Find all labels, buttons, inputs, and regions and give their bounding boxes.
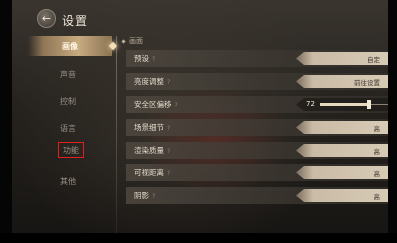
tab-label: 语言 — [60, 123, 76, 133]
brightness-settings-button[interactable]: 前往设置 — [296, 75, 388, 88]
help-icon[interactable]: ? — [167, 125, 170, 132]
setting-value: 高 — [373, 148, 381, 156]
setting-label: 预设? — [134, 54, 156, 63]
help-icon[interactable]: ? — [167, 79, 170, 86]
setting-row-scene-detail: 场景细节? 高 — [126, 119, 388, 136]
slider-value: 72 — [306, 100, 315, 108]
tab-controls[interactable]: 控制 — [42, 91, 94, 111]
help-icon[interactable]: ? — [152, 193, 155, 200]
setting-row-render-quality: 渲染质量? 高 — [126, 142, 388, 159]
help-icon[interactable]: ? — [167, 148, 170, 155]
screen-edge-right — [388, 0, 397, 243]
setting-label: 可视距离? — [134, 168, 171, 177]
setting-value: 自定 — [367, 56, 380, 64]
tab-language[interactable]: 语言 — [42, 118, 94, 138]
setting-label: 场景细节? — [134, 123, 171, 132]
setting-label: 亮度调整? — [134, 77, 171, 86]
section-title: 画面 — [129, 37, 143, 45]
game-settings-screen: ← 设置 画像 声音 控制 语言 功能 其他 画面 预设? 自定 亮度调整 ? … — [0, 0, 397, 243]
help-icon[interactable]: ? — [175, 102, 178, 109]
help-icon[interactable]: ? — [152, 56, 155, 63]
slider-fill — [320, 103, 369, 106]
page-title: 设置 — [62, 14, 89, 28]
preset-selector[interactable]: 自定 — [296, 52, 388, 65]
setting-value: 高 — [373, 125, 381, 133]
section-header: 画面 — [121, 36, 143, 46]
setting-label: 安全区偏移? — [134, 100, 178, 109]
setting-value: 高 — [373, 193, 381, 201]
setting-row-shadow: 阴影? 高 — [126, 187, 388, 204]
tab-sound[interactable]: 声音 — [42, 64, 94, 84]
diamond-bullet-icon — [121, 38, 126, 44]
setting-label: 渲染质量? — [134, 146, 171, 155]
setting-value: 前往设置 — [354, 79, 380, 87]
setting-row-preset: 预设? 自定 — [126, 50, 388, 67]
slider-handle[interactable] — [367, 100, 371, 109]
help-icon[interactable]: ? — [167, 170, 170, 177]
back-button[interactable]: ← — [37, 9, 56, 28]
tab-other[interactable]: 其他 — [42, 171, 94, 191]
tab-label: 其他 — [60, 176, 76, 186]
safe-area-slider[interactable]: 72 — [296, 98, 388, 111]
setting-row-view-distance: 可视距离? 高 — [126, 164, 388, 181]
back-arrow-icon: ← — [41, 12, 52, 25]
screen-edge-left — [0, 0, 12, 243]
tab-graphics[interactable]: 画像 — [28, 36, 112, 56]
setting-value: 高 — [373, 170, 381, 178]
render-quality-selector[interactable]: 高 — [296, 144, 388, 157]
scene-detail-selector[interactable]: 高 — [296, 121, 388, 134]
setting-row-safe-area: 安全区偏移? 72 — [126, 96, 388, 113]
screen-edge-bottom — [0, 233, 397, 243]
tab-label: 画像 — [62, 41, 78, 51]
tab-label: 声音 — [60, 69, 76, 79]
setting-label: 阴影? — [134, 191, 156, 200]
sidebar-divider — [116, 36, 117, 234]
setting-row-brightness: 亮度调整? 前往设置 — [126, 73, 388, 90]
tab-features[interactable]: 功能 — [58, 142, 84, 158]
settings-sidebar: 画像 声音 控制 语言 功能 其他 — [14, 28, 112, 233]
shadow-selector[interactable]: 高 — [296, 189, 388, 202]
view-distance-selector[interactable]: 高 — [296, 166, 388, 179]
tab-label: 控制 — [60, 96, 76, 106]
tab-label: 功能 — [63, 145, 79, 155]
